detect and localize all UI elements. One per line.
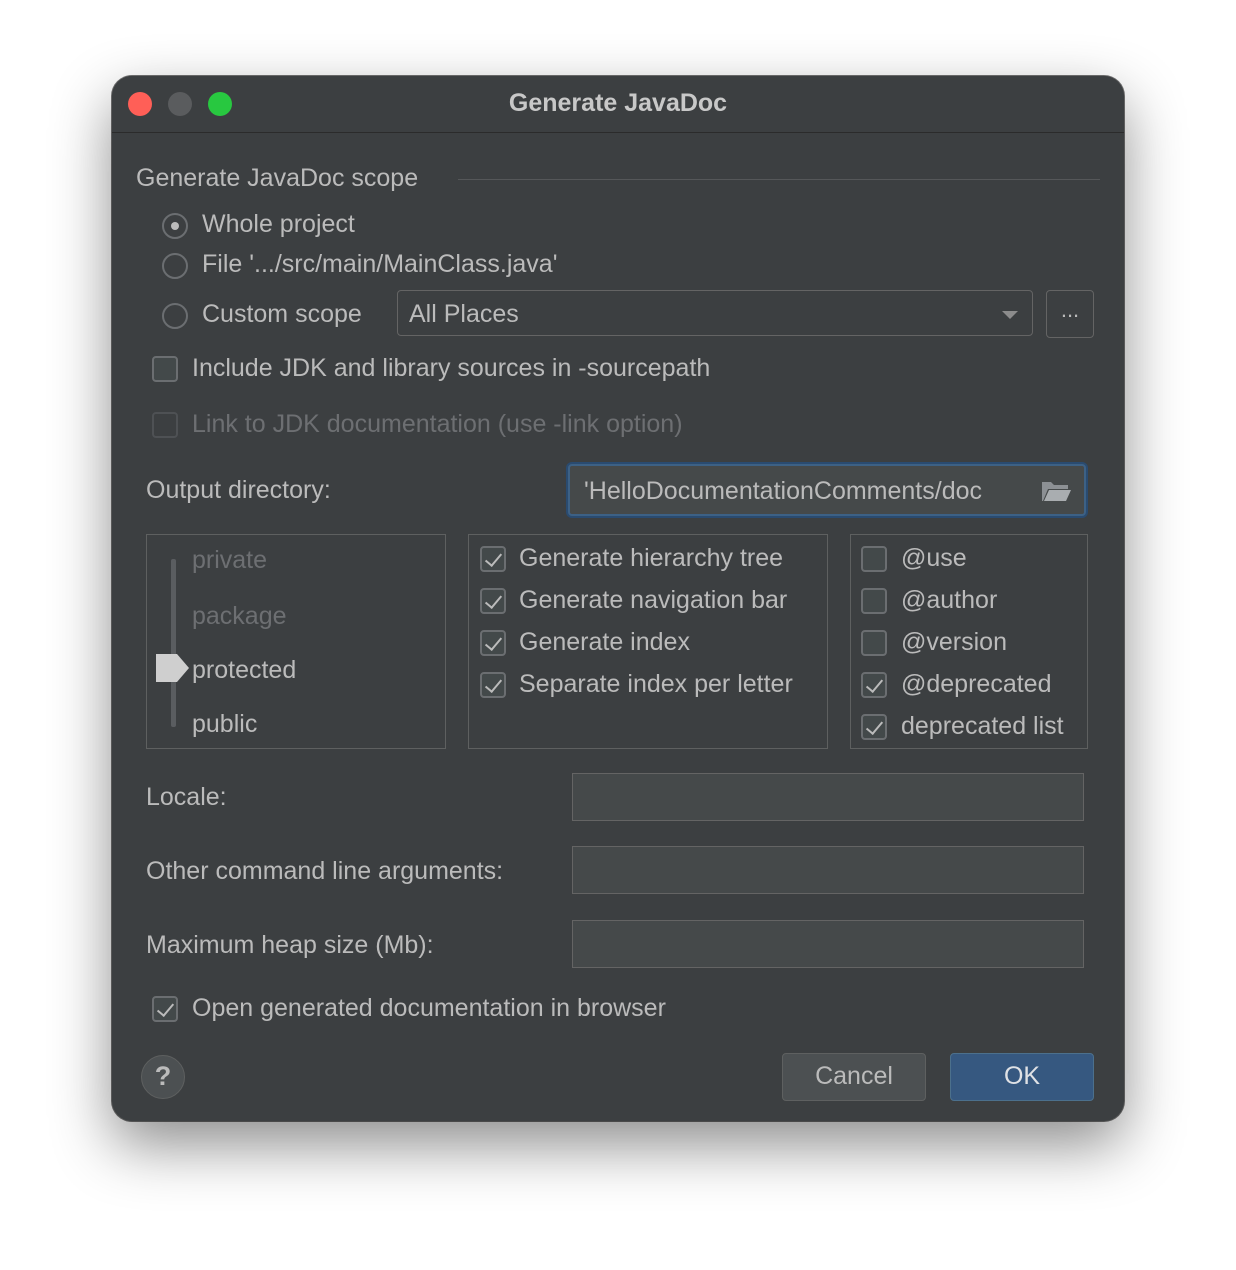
command-line-args-label: Other command line arguments: xyxy=(146,857,504,885)
tag-author-label[interactable]: @author xyxy=(901,586,997,615)
generate-index-checkbox[interactable] xyxy=(480,630,506,656)
generate-navbar-checkbox[interactable] xyxy=(480,588,506,614)
output-directory-value: 'HelloDocumentationComments/doc xyxy=(584,477,983,505)
open-in-browser-label[interactable]: Open generated documentation in browser xyxy=(192,994,666,1023)
ok-button[interactable]: OK xyxy=(950,1053,1094,1101)
output-directory-label: Output directory: xyxy=(146,476,331,504)
radio-whole-project-label[interactable]: Whole project xyxy=(202,210,355,239)
link-jdk-label: Link to JDK documentation (use -link opt… xyxy=(192,410,683,438)
include-jdk-label[interactable]: Include JDK and library sources in -sour… xyxy=(192,354,710,383)
tag-use-label[interactable]: @use xyxy=(901,544,967,573)
command-line-args-field[interactable] xyxy=(572,846,1084,894)
visibility-slider-track[interactable] xyxy=(171,559,176,727)
tag-version-label[interactable]: @version xyxy=(901,628,1007,657)
tag-deprecated-checkbox[interactable] xyxy=(861,672,887,698)
tag-version-checkbox[interactable] xyxy=(861,630,887,656)
visibility-panel: private package protected public xyxy=(146,534,446,749)
chevron-down-icon xyxy=(1002,311,1018,319)
tag-deprecated-list-label[interactable]: deprecated list xyxy=(901,712,1064,741)
tag-author-checkbox[interactable] xyxy=(861,588,887,614)
tag-deprecated-label[interactable]: @deprecated xyxy=(901,670,1051,699)
custom-scope-dropdown[interactable]: All Places xyxy=(397,290,1033,336)
visibility-level-package[interactable]: package xyxy=(192,602,287,631)
open-in-browser-checkbox[interactable] xyxy=(152,996,178,1022)
scope-separator xyxy=(458,179,1100,180)
locale-field[interactable] xyxy=(572,773,1084,821)
max-heap-field[interactable] xyxy=(572,920,1084,968)
generate-navbar-label[interactable]: Generate navigation bar xyxy=(519,586,787,615)
generate-javadoc-dialog: Generate JavaDoc Generate JavaDoc scope … xyxy=(112,76,1124,1121)
locale-label: Locale: xyxy=(146,783,227,811)
link-jdk-checkbox xyxy=(152,412,178,438)
tag-deprecated-list-checkbox[interactable] xyxy=(861,714,887,740)
generate-hierarchy-checkbox[interactable] xyxy=(480,546,506,572)
visibility-level-public[interactable]: public xyxy=(192,710,257,739)
cancel-button[interactable]: Cancel xyxy=(782,1053,926,1101)
scope-heading: Generate JavaDoc scope xyxy=(136,164,419,192)
generate-options-panel: Generate hierarchy tree Generate navigat… xyxy=(468,534,828,749)
tags-panel: @use @author @version @deprecated deprec… xyxy=(850,534,1088,749)
generate-hierarchy-label[interactable]: Generate hierarchy tree xyxy=(519,544,783,573)
radio-whole-project[interactable] xyxy=(162,213,188,239)
radio-custom-scope[interactable] xyxy=(162,303,188,329)
radio-file-label[interactable]: File '.../src/main/MainClass.java' xyxy=(202,250,557,279)
generate-index-label[interactable]: Generate index xyxy=(519,628,690,657)
browse-scope-button[interactable]: ... xyxy=(1046,290,1094,338)
output-directory-field[interactable]: 'HelloDocumentationComments/doc xyxy=(568,464,1086,516)
window-title: Generate JavaDoc xyxy=(508,89,728,117)
tag-use-checkbox[interactable] xyxy=(861,546,887,572)
visibility-slider-thumb[interactable] xyxy=(155,653,191,683)
help-button[interactable]: ? xyxy=(141,1055,185,1099)
radio-file[interactable] xyxy=(162,253,188,279)
visibility-level-protected[interactable]: protected xyxy=(192,656,296,685)
title-bar: Generate JavaDoc xyxy=(112,76,1124,133)
separate-index-checkbox[interactable] xyxy=(480,672,506,698)
folder-open-icon[interactable] xyxy=(1040,478,1072,504)
visibility-level-private[interactable]: private xyxy=(192,546,267,575)
radio-custom-scope-label[interactable]: Custom scope xyxy=(202,300,362,329)
include-jdk-checkbox[interactable] xyxy=(152,356,178,382)
custom-scope-value: All Places xyxy=(409,300,519,328)
separate-index-label[interactable]: Separate index per letter xyxy=(519,670,793,699)
max-heap-label: Maximum heap size (Mb): xyxy=(146,931,434,959)
